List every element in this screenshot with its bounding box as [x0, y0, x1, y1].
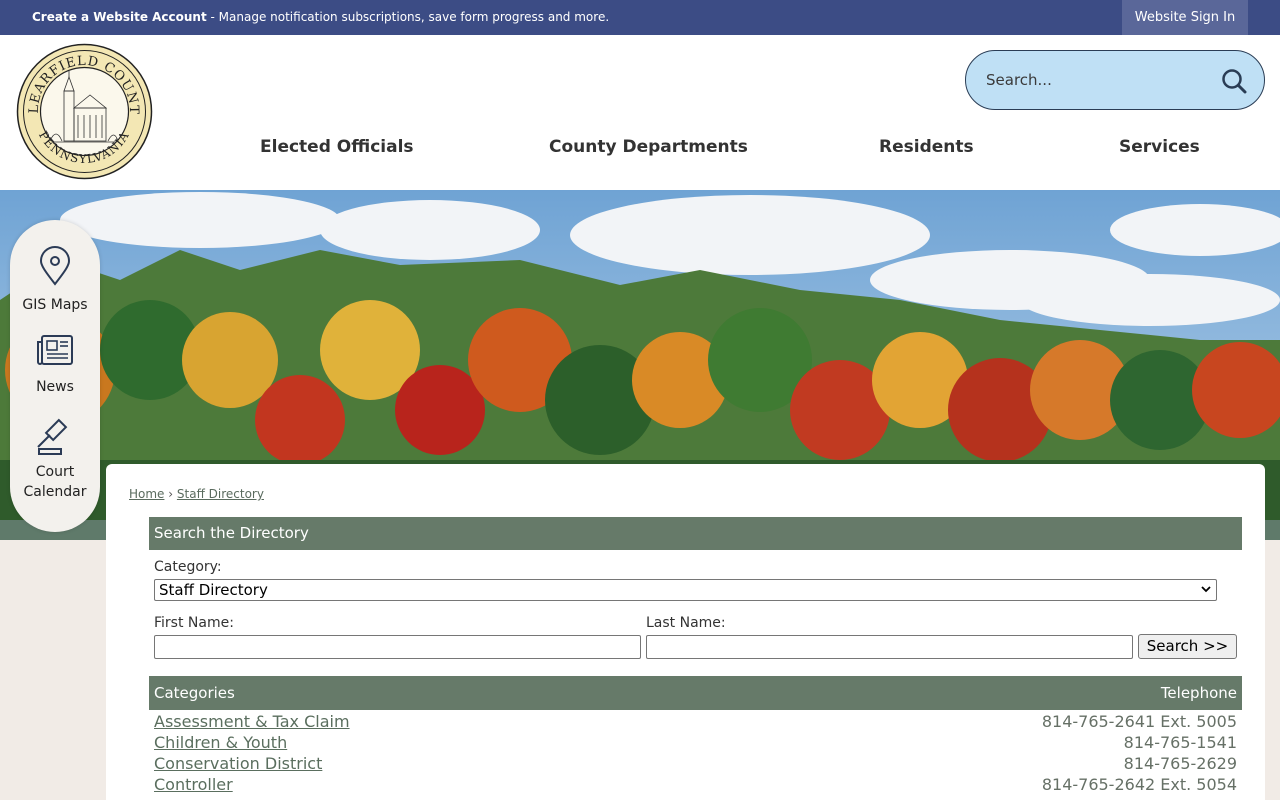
category-link[interactable]: Conservation District: [154, 754, 322, 773]
account-message-text: - Manage notification subscriptions, sav…: [206, 10, 610, 24]
nav-residents[interactable]: Residents: [879, 137, 974, 157]
category-select[interactable]: Staff Directory: [154, 579, 1217, 601]
quick-link-court-calendar[interactable]: Court Calendar: [10, 418, 100, 502]
search-panel-header: Search the Directory: [149, 517, 1242, 550]
first-name-label: First Name:: [154, 615, 234, 631]
last-name-input[interactable]: [646, 635, 1133, 659]
chevron-down-icon: [1201, 586, 1211, 593]
category-link[interactable]: Assessment & Tax Claim: [154, 712, 350, 731]
table-row: Conservation District 814-765-2629: [154, 754, 1237, 775]
content-card: Home › Staff Directory Search the Direct…: [106, 464, 1265, 800]
create-account-link[interactable]: Create a Website Account: [32, 10, 207, 24]
breadcrumb-current[interactable]: Staff Directory: [177, 487, 264, 501]
breadcrumb: Home › Staff Directory: [129, 487, 264, 501]
search-input[interactable]: [986, 65, 1206, 95]
map-pin-icon: [39, 246, 71, 286]
table-row: Assessment & Tax Claim 814-765-2641 Ext.…: [154, 712, 1237, 733]
sign-in-button[interactable]: Website Sign In: [1122, 0, 1248, 35]
telephone-value: 814-765-2641 Ext. 5005: [1041, 712, 1237, 731]
table-row: Controller 814-765-2642 Ext. 5054: [154, 775, 1237, 796]
category-selected-value: Staff Directory: [159, 581, 268, 599]
telephone-value: 814-765-2642 Ext. 5054: [1041, 775, 1237, 794]
first-name-input[interactable]: [154, 635, 641, 659]
quick-links-bar: GIS Maps News Court Calendar: [10, 220, 100, 532]
quick-link-label: GIS Maps: [22, 297, 88, 313]
quick-link-label: Court Calendar: [23, 464, 87, 500]
site-header: CLEARFIELD COUNTY PENNSYLVANIA Elected: [0, 32, 1280, 190]
quick-link-gis-maps[interactable]: GIS Maps: [10, 246, 100, 315]
newspaper-icon: [37, 335, 73, 365]
category-link[interactable]: Controller: [154, 775, 233, 794]
breadcrumb-separator: ›: [168, 487, 174, 501]
telephone-value: 814-765-1541: [1123, 733, 1237, 752]
breadcrumb-home[interactable]: Home: [129, 487, 164, 501]
nav-county-departments[interactable]: County Departments: [549, 137, 748, 157]
main-nav: Elected Officials County Departments Res…: [0, 137, 1280, 161]
last-name-label: Last Name:: [646, 615, 726, 631]
category-label: Category:: [154, 559, 222, 575]
categories-table-header: Categories Telephone: [149, 676, 1242, 710]
nav-services[interactable]: Services: [1119, 137, 1200, 157]
column-header-categories: Categories: [154, 684, 235, 702]
table-row: Children & Youth 814-765-1541: [154, 733, 1237, 754]
category-link[interactable]: Children & Youth: [154, 733, 287, 752]
telephone-value: 814-765-2629: [1123, 754, 1237, 773]
top-bar: Create a Website Account - Manage notifi…: [0, 0, 1280, 35]
site-search: [965, 50, 1265, 110]
nav-elected-officials[interactable]: Elected Officials: [260, 137, 414, 157]
gavel-icon: [37, 418, 68, 455]
search-icon[interactable]: [1221, 68, 1247, 94]
column-header-telephone: Telephone: [1160, 684, 1237, 702]
quick-link-news[interactable]: News: [10, 334, 100, 397]
directory-search-button[interactable]: Search >>: [1138, 634, 1237, 659]
quick-link-label: News: [36, 379, 74, 395]
account-message: Create a Website Account - Manage notifi…: [32, 0, 609, 35]
